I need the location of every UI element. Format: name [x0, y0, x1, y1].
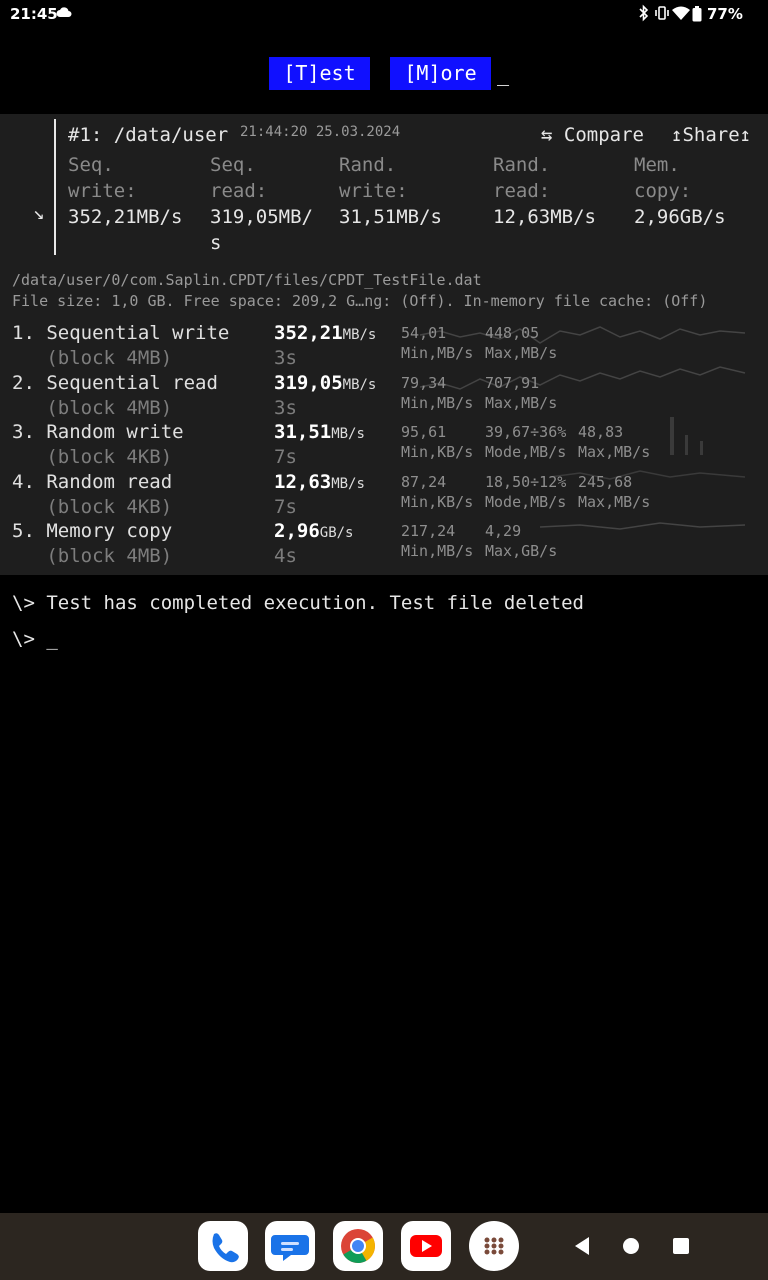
console-line: \> Test has completed execution. Test fi…: [12, 592, 584, 614]
test-result: 31,51MB/s: [274, 421, 365, 443]
test-block-size: (block 4MB): [12, 545, 173, 567]
stat-value: 448,05: [485, 324, 540, 342]
stat-label: Min,MB/s: [401, 542, 474, 560]
test-result-value: 319,05: [274, 371, 343, 394]
home-icon[interactable]: [621, 1235, 641, 1257]
stat-value: 54,01: [401, 324, 447, 342]
share-button[interactable]: ↥Share↥: [671, 124, 751, 146]
stat-value: 245,68: [578, 472, 633, 491]
navigation-bar: [0, 1213, 768, 1280]
stat-value: 79,34: [401, 373, 447, 392]
test-result-unit: MB/s: [331, 426, 365, 442]
stat-label: Min,KB/s: [401, 492, 474, 511]
console-prompt[interactable]: \> _: [12, 628, 58, 650]
test-result-value: 12,63: [274, 470, 332, 493]
stat-value: 4,29: [485, 522, 522, 540]
stat-label: Max,MB/s: [485, 344, 558, 362]
stat-value: 95,61: [401, 423, 447, 441]
test-name: 1. Sequential write: [12, 322, 230, 344]
test-result: 352,21MB/s: [274, 322, 376, 344]
test-name: 3. Random write: [12, 421, 184, 443]
test-result-unit: MB/s: [342, 376, 377, 393]
test-button[interactable]: [T]est: [269, 57, 370, 90]
stat-value: 87,24: [401, 472, 447, 491]
test-file-info: File size: 1,0 GB. Free space: 209,2 G…n…: [12, 292, 708, 310]
compare-button[interactable]: ⇆ Compare: [541, 124, 644, 146]
stat-label: Mode,MB/s: [485, 492, 567, 511]
stat-label: Mode,MB/s: [485, 443, 567, 461]
result-title: #1: /data/user: [68, 124, 229, 146]
youtube-icon[interactable]: [401, 1221, 451, 1271]
stat-value: 18,50÷12%: [485, 472, 567, 491]
stat-value: 217,24: [401, 522, 456, 540]
test-result-value: 2,96: [274, 520, 320, 542]
test-block-size: (block 4KB): [12, 495, 173, 518]
stat-value: 48,83: [578, 423, 624, 441]
test-block-size: (block 4KB): [12, 446, 173, 468]
toolbar-cursor: _: [497, 62, 510, 86]
test-duration: 7s: [274, 495, 297, 518]
test-result-unit: GB/s: [319, 525, 354, 541]
stat-value: 39,67÷36%: [485, 423, 567, 441]
test-result-unit: MB/s: [342, 327, 377, 343]
test-block-size: (block 4MB): [12, 396, 173, 419]
stat-label: Max,MB/s: [578, 492, 651, 511]
test-duration: 3s: [274, 347, 297, 369]
test-file-path: /data/user/0/com.Saplin.CPDT/files/CPDT_…: [12, 271, 482, 289]
test-name: 4. Random read: [12, 470, 173, 493]
summary-rand-read: Rand. read: 12,63MB/s: [493, 154, 596, 228]
app-drawer-icon[interactable]: [469, 1221, 519, 1271]
stat-label: Max,GB/s: [485, 542, 558, 560]
summary-mem-copy: Mem. copy: 2,96GB/s: [634, 154, 726, 228]
test-result-value: 352,21: [274, 322, 343, 344]
back-icon[interactable]: [571, 1235, 591, 1257]
bluetooth-icon: [639, 4, 649, 22]
battery-icon: [692, 6, 702, 22]
stat-label: Max,MB/s: [485, 393, 558, 412]
cloud-icon: [56, 7, 72, 17]
test-name: 2. Sequential read: [12, 371, 218, 394]
summary-seq-read: Seq. read: 319,05MB/ s: [210, 154, 313, 254]
result-divider: [54, 119, 56, 255]
more-button[interactable]: [M]ore: [390, 57, 491, 90]
phone-icon[interactable]: [198, 1221, 248, 1271]
summary-seq-write: Seq. write: 352,21MB/s: [68, 154, 183, 228]
test-block-size: (block 4MB): [12, 347, 173, 369]
chrome-icon[interactable]: [333, 1221, 383, 1271]
test-duration: 3s: [274, 396, 297, 419]
messages-icon[interactable]: [265, 1221, 315, 1271]
stat-label: Min,KB/s: [401, 443, 474, 461]
expand-arrow-icon[interactable]: ↘: [33, 202, 44, 224]
recents-icon[interactable]: [671, 1235, 691, 1257]
test-name: 5. Memory copy: [12, 520, 173, 542]
test-duration: 7s: [274, 446, 297, 468]
result-timestamp: 21:44:20 25.03.2024: [240, 124, 401, 140]
stat-value: 707,91: [485, 373, 540, 392]
test-result: 12,63MB/s: [274, 471, 365, 493]
status-time: 21:45: [10, 5, 58, 23]
stat-label: Max,MB/s: [578, 443, 651, 461]
test-result: 319,05MB/s: [274, 372, 376, 394]
vibrate-icon: [655, 6, 669, 20]
test-result: 2,96GB/s: [274, 520, 353, 542]
result-panel: ↘ #1: /data/user 21:44:20 25.03.2024 ⇆ C…: [0, 114, 768, 575]
status-bar: 21:45 77%: [0, 0, 768, 30]
test-result-value: 31,51: [274, 421, 332, 443]
stat-label: Min,MB/s: [401, 344, 474, 362]
test-result-unit: MB/s: [331, 475, 365, 492]
stat-label: Min,MB/s: [401, 393, 474, 412]
test-duration: 4s: [274, 545, 297, 567]
battery-percent: 77%: [707, 5, 743, 23]
wifi-icon: [672, 6, 690, 20]
summary-rand-write: Rand. write: 31,51MB/s: [339, 154, 442, 228]
